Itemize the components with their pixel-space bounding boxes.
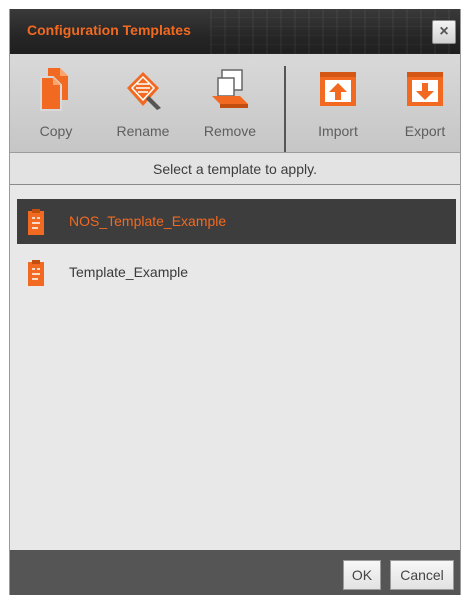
dialog-titlebar[interactable]: Configuration Templates × [10, 9, 460, 54]
copy-label: Copy [39, 123, 73, 139]
titlebar-texture [210, 9, 450, 54]
copy-button[interactable]: Copy [15, 54, 97, 152]
template-list-item[interactable]: Template_Example [17, 250, 456, 295]
rename-label: Rename [116, 123, 170, 139]
template-list-item[interactable]: NOS_Template_Example [17, 199, 456, 244]
template-name: NOS_Template_Example [69, 213, 227, 229]
ok-button[interactable]: OK [343, 560, 381, 590]
close-icon: × [439, 23, 449, 40]
rename-icon [127, 72, 161, 110]
import-icon [320, 72, 356, 106]
rename-button[interactable]: Rename [102, 54, 184, 152]
export-button[interactable]: Export [384, 54, 465, 152]
configuration-templates-dialog: Configuration Templates × Copy Rename Re… [9, 9, 461, 595]
toolbar: Copy Rename Remove Import Export [10, 54, 460, 153]
remove-label: Remove [203, 123, 257, 139]
export-icon [407, 72, 443, 106]
export-label: Export [404, 123, 446, 139]
dialog-title: Configuration Templates [27, 22, 191, 38]
cancel-button[interactable]: Cancel [390, 560, 454, 590]
remove-button[interactable]: Remove [189, 54, 271, 152]
dialog-footer: OK Cancel [10, 550, 460, 595]
import-button[interactable]: Import [297, 54, 379, 152]
instruction-text: Select a template to apply. [10, 153, 460, 185]
template-name: Template_Example [69, 264, 189, 280]
template-list: NOS_Template_Example Template_Example [10, 186, 460, 550]
template-file-icon [28, 209, 44, 235]
template-file-icon [28, 260, 44, 286]
remove-icon [212, 69, 248, 108]
copy-icon [40, 68, 68, 111]
toolbar-separator [284, 66, 286, 152]
close-button[interactable]: × [432, 20, 456, 44]
import-label: Import [318, 123, 358, 139]
